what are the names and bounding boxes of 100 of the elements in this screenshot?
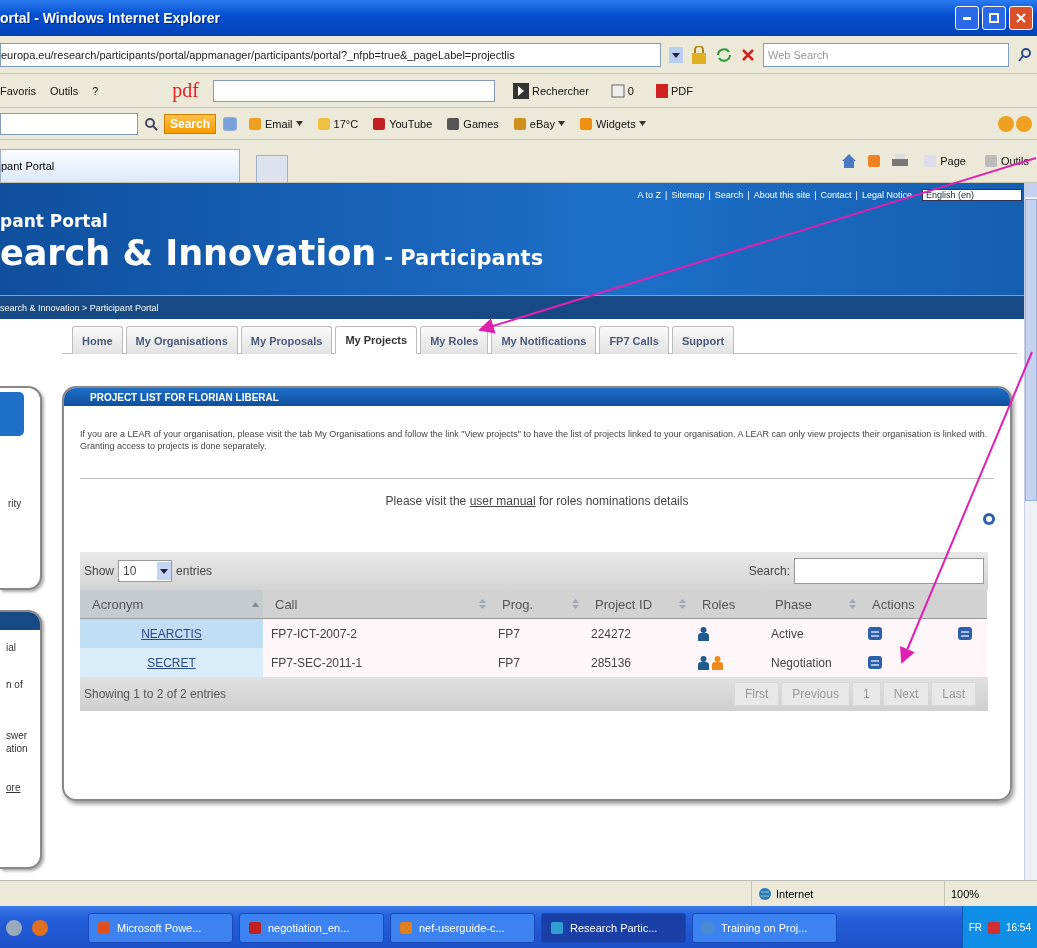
header-link[interactable]: Legal Notice — [861, 190, 912, 200]
address-field[interactable]: europa.eu/research/participants/portal/appmanager/participants/portal?_nfpb=true&_pageLabel=projectlis — [0, 42, 661, 67]
sort-icon[interactable] — [572, 599, 579, 609]
square-icon — [610, 83, 625, 98]
toolbar-button[interactable]: 17°C — [312, 113, 363, 134]
table-search-field[interactable] — [794, 558, 984, 584]
manual-note: Please visit the user manual for roles nominations details — [384, 494, 690, 508]
column-header[interactable]: Phase — [763, 590, 860, 619]
print-icon[interactable] — [891, 153, 910, 169]
header-link[interactable]: Contact — [820, 190, 852, 200]
menu-item[interactable]: Favoris — [0, 84, 37, 97]
language-select[interactable]: English (en) — [922, 189, 1022, 201]
search-button[interactable]: Rechercher — [509, 79, 593, 102]
taskbar-button[interactable]: Research Partic... — [541, 912, 686, 943]
badge-icon[interactable] — [958, 627, 972, 640]
table-cell: FP7 — [490, 648, 583, 677]
column-header[interactable]: Project ID — [583, 590, 690, 619]
nav-tab[interactable]: My Proposals — [240, 326, 333, 354]
breadcrumb-separator: > — [81, 302, 89, 313]
acronym-link[interactable]: SECRET — [147, 655, 196, 670]
maximize-icon — [989, 13, 999, 23]
nav-tab[interactable]: My Roles — [420, 326, 489, 354]
zoom-level[interactable]: 100% — [951, 887, 980, 900]
sidebar-text: n of — [6, 679, 24, 690]
separator: | — [665, 190, 668, 200]
badge-icon[interactable] — [868, 656, 882, 669]
column-header[interactable]: Actions — [860, 590, 950, 619]
window-title: ortal - Windows Internet Explorer — [0, 10, 220, 26]
home-icon[interactable] — [841, 153, 858, 169]
nav-tab[interactable]: FP7 Calls — [599, 326, 669, 354]
nav-tab[interactable]: Support — [671, 326, 735, 354]
language-indicator[interactable]: FR — [968, 922, 982, 933]
pdf-button[interactable]: PDF — [651, 80, 697, 101]
sidebar-text: ation — [6, 743, 29, 754]
close-icon — [1016, 13, 1026, 23]
header-link[interactable]: A to Z — [637, 190, 662, 200]
menu-item[interactable]: Outils — [50, 84, 79, 97]
nav-tab[interactable]: Home — [72, 326, 123, 354]
column-header[interactable]: Call — [263, 590, 490, 619]
toolbar-button[interactable]: Games — [442, 113, 503, 134]
toolbar-button[interactable]: eBay — [508, 113, 569, 134]
taskbar-button[interactable]: Microsoft Powe... — [88, 912, 233, 943]
header-link[interactable]: About this site — [753, 190, 811, 200]
dropdown-icon[interactable] — [669, 46, 683, 63]
close-button[interactable] — [1009, 6, 1033, 30]
search-icon[interactable] — [1017, 46, 1033, 63]
search-label: Search: — [748, 564, 790, 578]
browser-tab[interactable]: pant Portal — [0, 149, 240, 182]
page-size-select[interactable]: 10 — [118, 560, 173, 582]
entries-label: entries — [176, 564, 213, 578]
menu-item[interactable]: ? — [92, 84, 99, 97]
maximize-button[interactable] — [982, 6, 1006, 30]
breadcrumb-link[interactable]: search & Innovation — [0, 302, 80, 313]
badge-icon[interactable] — [868, 627, 882, 640]
sort-icon[interactable] — [679, 599, 686, 609]
counter-button[interactable]: 0 — [606, 80, 638, 101]
nav-tab[interactable]: My Organisations — [125, 326, 238, 354]
acronym-link[interactable]: NEARCTIS — [141, 626, 202, 641]
search-icon[interactable] — [144, 116, 158, 131]
header-link[interactable]: Sitemap — [671, 190, 705, 200]
column-header[interactable]: Acronym — [80, 590, 263, 619]
command-button[interactable]: Page — [919, 151, 970, 171]
new-tab-button[interactable] — [256, 155, 288, 182]
breadcrumb-link[interactable]: Participant Portal — [89, 302, 159, 313]
sidebar-text: swer — [6, 730, 29, 741]
user-manual-link[interactable]: user manual — [469, 494, 536, 508]
pdf-search-field[interactable] — [213, 79, 495, 102]
nav-tab[interactable]: My Notifications — [491, 326, 597, 354]
minimize-button[interactable] — [955, 6, 979, 30]
header-link[interactable]: Search — [714, 190, 744, 200]
nav-tab[interactable]: My Projects — [335, 326, 418, 354]
table-cell: 285136 — [583, 648, 690, 677]
taskbar-button[interactable]: negotiation_en... — [239, 912, 384, 943]
column-header[interactable]: Prog. — [490, 590, 583, 619]
toolbar-search-field[interactable] — [0, 112, 138, 135]
taskbar-button[interactable]: nef-userguide-c... — [390, 912, 535, 943]
show-label: Show — [84, 564, 115, 578]
toolbar-button[interactable]: Email — [244, 113, 307, 134]
toolbar-button[interactable]: Widgets — [574, 113, 650, 134]
sort-icon[interactable] — [849, 599, 856, 609]
table-cell: Active — [763, 619, 860, 648]
table-cell: FP7-SEC-2011-1 — [263, 648, 490, 677]
sidebar-text: rity — [8, 498, 23, 509]
table-cell: Negotiation — [763, 648, 860, 677]
separator: | — [814, 190, 817, 200]
taskbar-button[interactable]: Training on Proj... — [692, 912, 837, 943]
column-header[interactable]: Roles — [690, 590, 763, 619]
table-cell: FP7-ICT-2007-2 — [263, 619, 490, 648]
play-icon — [513, 82, 529, 99]
sidebar-panel-header — [0, 612, 40, 630]
sort-icon[interactable] — [479, 599, 486, 609]
clock: 16:54 — [1005, 922, 1031, 933]
sidebar-text: ore — [6, 782, 22, 793]
toolbar-button[interactable]: YouTube — [368, 113, 437, 134]
table-info: Showing 1 to 2 of 2 entries — [84, 687, 227, 701]
stop-icon[interactable] — [741, 47, 755, 62]
globe-icon — [758, 886, 772, 901]
minimize-icon — [963, 16, 971, 20]
sort-ascending-icon[interactable] — [252, 601, 259, 607]
scrollbar[interactable] — [1024, 183, 1037, 880]
